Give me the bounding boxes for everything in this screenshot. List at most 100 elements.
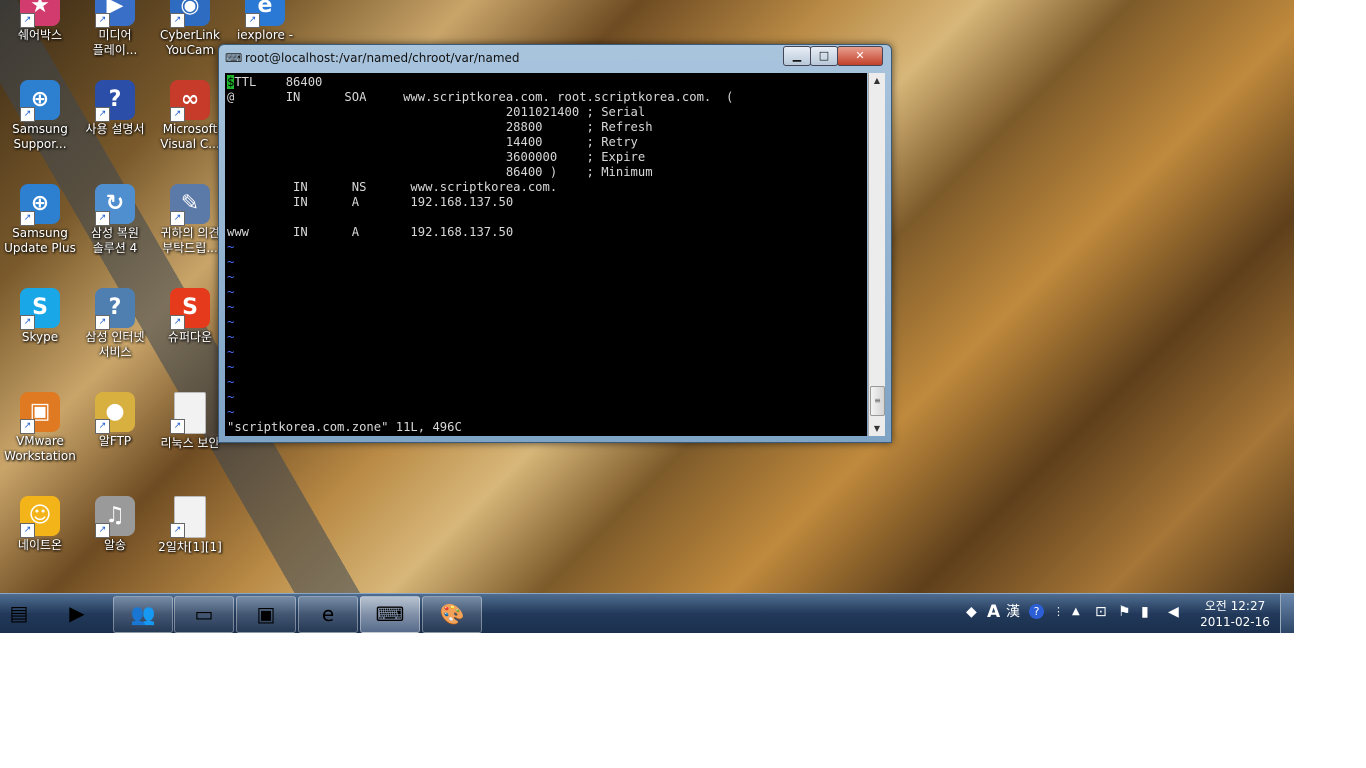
shortcut-arrow-icon: ↗	[95, 13, 110, 28]
shortcut-arrow-icon: ↗	[170, 523, 185, 538]
remote-desktop-icon[interactable]: ▭	[174, 596, 234, 633]
scroll-down-arrow-icon[interactable]: ▼	[869, 421, 885, 436]
desktop-icon[interactable]: ? 사용 설명서	[78, 80, 152, 137]
empty-line-tilde: ~	[227, 270, 235, 284]
desktop-icon[interactable]: ⊕ Samsung Suppor...	[3, 80, 77, 152]
desktop-icon-label-line2: Workstation	[4, 449, 76, 463]
desktop-icon[interactable]: e iexplore -	[228, 0, 302, 43]
desktop-icon[interactable]: ↻ 삼성 복원 솔루션 4	[78, 184, 152, 256]
shortcut-arrow-icon: ↗	[20, 107, 35, 122]
title-bar[interactable]: ⌨ root@localhost:/var/named/chroot/var/n…	[219, 45, 891, 71]
explorer-icon[interactable]: ▤	[0, 596, 38, 631]
desktop-icon[interactable]: ● 알FTP	[78, 392, 152, 449]
terminal-scrollbar[interactable]: ▲ ≡ ▼	[868, 73, 885, 436]
desktop-icon[interactable]: 2일차[1][1]	[153, 496, 227, 555]
volume-icon[interactable]: ◀	[1168, 602, 1179, 622]
putty-terminal-window[interactable]: ⌨ root@localhost:/var/named/chroot/var/n…	[218, 44, 892, 443]
action-center-flag-icon[interactable]: ⚑	[1118, 602, 1131, 622]
network-icon[interactable]: ⊡	[1095, 602, 1107, 622]
terminal-line: 86400 ) ; Minimum	[227, 165, 653, 179]
close-button[interactable]: ✕	[837, 46, 883, 66]
desktop-icon-label-line2: Visual C...	[160, 137, 220, 151]
desktop-icon[interactable]: ∞ Microsoft Visual C...	[153, 80, 227, 152]
desktop-icon-label: Samsung	[12, 226, 68, 240]
desktop-icon[interactable]: ▣ VMware Workstation	[3, 392, 77, 464]
scroll-thumb[interactable]: ≡	[870, 386, 885, 416]
scroll-up-arrow-icon[interactable]: ▲	[869, 73, 885, 88]
shortcut-arrow-icon: ↗	[95, 211, 110, 226]
shortcut-arrow-icon: ↗	[20, 523, 35, 538]
desktop-icon-label-line2: 솔루션 4	[92, 241, 138, 255]
desktop-icon[interactable]: S 슈퍼다운	[153, 288, 227, 345]
clock-time: 오전 12:27	[1204, 599, 1266, 613]
shortcut-arrow-icon: ↗	[95, 419, 110, 434]
desktop-icon-label: Samsung	[12, 122, 68, 136]
desktop-icon-label-line2: 서비스	[98, 345, 132, 359]
empty-line-markers: ~ ~ ~ ~ ~ ~ ~ ~ ~ ~ ~ ~	[227, 240, 733, 420]
desktop-icon-label: 알송	[103, 538, 127, 552]
desktop-icon-label: 슈퍼다운	[167, 330, 213, 344]
empty-line-tilde: ~	[227, 375, 235, 389]
desktop-icon[interactable]: ⊕ Samsung Update Plus	[3, 184, 77, 256]
desktop-icon-label: 삼성 복원	[91, 226, 139, 240]
shortcut-arrow-icon: ↗	[170, 211, 185, 226]
messenger-icon[interactable]: 👥	[113, 596, 173, 633]
minimize-button[interactable]: ▁	[783, 46, 811, 66]
desktop-icon-label-line2: 부탁드립...	[162, 241, 218, 255]
desktop-icon-label: VMware	[16, 434, 64, 448]
putty-icon[interactable]: ⌨	[360, 596, 420, 633]
desktop-icon[interactable]: ▶ 미디어 플레이...	[78, 0, 152, 58]
window-title: root@localhost:/var/named/chroot/var/nam…	[245, 51, 520, 65]
desktop-icon[interactable]: ♫ 알송	[78, 496, 152, 553]
desktop-icon[interactable]: 리눅스 보안	[153, 392, 227, 451]
taskbar: ▤ ▶ 👥 ▭ ▣ e ⌨ 🎨 ◆ A 漢 ? ⋮ ▲ ⊡ ⚑ ▮ ◀ 오전 12:27 20…	[0, 593, 1294, 633]
desktop-icon-label: 알FTP	[98, 434, 132, 448]
shortcut-arrow-icon: ↗	[95, 315, 110, 330]
terminal-screen[interactable]: $TTL 86400 @ IN SOA www.scriptkorea.com.…	[225, 73, 867, 436]
desktop-icon-label-line2: YouCam	[165, 43, 215, 57]
terminal-line: IN A 192.168.137.50	[227, 195, 514, 209]
empty-line-tilde: ~	[227, 315, 235, 329]
desktop-icon[interactable]: ✎ 귀하의 의견 부탁드립...	[153, 184, 227, 256]
desktop-icon[interactable]: ◉ CyberLink YouCam	[153, 0, 227, 58]
screen: ★ 쉐어박스 ↗ ▶ 미디어 플레이... ↗ ◉ CyberLink YouCam ↗ e iexpl…	[0, 0, 1294, 633]
empty-line-tilde: ~	[227, 285, 235, 299]
shortcut-arrow-icon: ↗	[20, 211, 35, 226]
system-clock[interactable]: 오전 12:27 2011-02-16	[1196, 598, 1274, 630]
desktop-icon[interactable]: ☺ 네이트온	[3, 496, 77, 553]
desktop-icon[interactable]: ★ 쉐어박스	[3, 0, 77, 43]
terminal-line: 28800 ; Refresh	[227, 120, 653, 134]
empty-line-tilde: ~	[227, 405, 235, 419]
show-desktop-button[interactable]	[1280, 594, 1294, 633]
desktop-icon[interactable]: S Skype	[3, 288, 77, 345]
shortcut-arrow-icon: ↗	[170, 315, 185, 330]
vi-status-line: "scriptkorea.com.zone" 11L, 496C	[227, 420, 462, 434]
desktop-icon-label: 사용 설명서	[85, 122, 145, 136]
media-icon[interactable]: ▶	[48, 596, 106, 631]
help-icon[interactable]: ?	[1029, 604, 1044, 619]
maximize-button[interactable]: □	[810, 46, 838, 66]
desktop-icon-label: iexplore -	[236, 28, 294, 42]
empty-line-tilde: ~	[227, 255, 235, 269]
terminal-line: $TTL 86400	[227, 75, 733, 90]
internet-explorer-icon[interactable]: e	[298, 596, 358, 633]
desktop-icon[interactable]: ? 삼성 인터넷 서비스	[78, 288, 152, 360]
shortcut-arrow-icon: ↗	[20, 13, 35, 28]
ime-mode-icon[interactable]: A	[987, 602, 1000, 622]
language-bar-icon[interactable]: ◆	[966, 602, 977, 622]
paint-icon[interactable]: 🎨	[422, 596, 482, 633]
terminal-line: IN NS www.scriptkorea.com.	[227, 180, 558, 194]
hanja-icon[interactable]: 漢	[1006, 602, 1020, 622]
desktop-icon-label-line2: 플레이...	[92, 43, 138, 57]
power-icon[interactable]: ▮	[1141, 602, 1149, 622]
show-hidden-icons-icon[interactable]: ▲	[1072, 602, 1080, 622]
desktop: ★ 쉐어박스 ↗ ▶ 미디어 플레이... ↗ ◉ CyberLink YouCam ↗ e iexpl…	[0, 0, 1294, 593]
terminal-line: @ IN SOA www.scriptkorea.com. root.scrip…	[227, 90, 734, 104]
desktop-icon-label: 2일차[1][1]	[158, 540, 222, 554]
shortcut-arrow-icon: ↗	[170, 419, 185, 434]
options-icon[interactable]: ⋮	[1053, 602, 1064, 622]
desktop-icon-label-line2: Suppor...	[13, 137, 67, 151]
vmware-icon[interactable]: ▣	[236, 596, 296, 633]
shortcut-arrow-icon: ↗	[170, 13, 185, 28]
shortcut-arrow-icon: ↗	[95, 107, 110, 122]
